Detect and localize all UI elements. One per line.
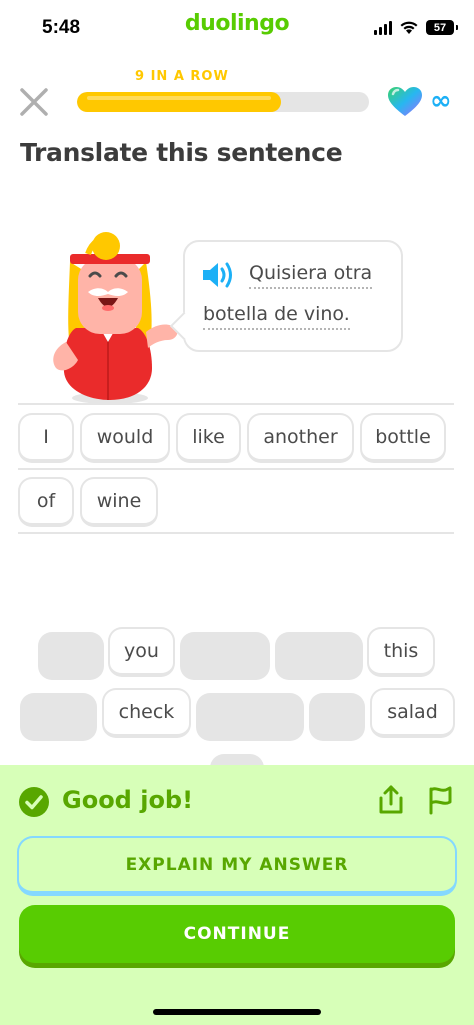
home-indicator bbox=[153, 1009, 321, 1015]
streak-label: 9 IN A ROW bbox=[135, 69, 229, 84]
answer-word-chip[interactable]: another bbox=[247, 413, 354, 463]
answer-word-chip[interactable]: of bbox=[18, 477, 74, 527]
prompt-line-2[interactable]: botella de vino. bbox=[203, 303, 350, 330]
share-icon[interactable] bbox=[376, 784, 406, 816]
answer-word-chip[interactable]: bottle bbox=[360, 413, 446, 463]
word-bank-chip[interactable]: check bbox=[102, 688, 191, 738]
check-circle-icon bbox=[19, 787, 49, 817]
answer-word-chip[interactable]: I bbox=[18, 413, 74, 463]
wifi-icon bbox=[400, 21, 418, 34]
word-bank-chip[interactable]: this bbox=[367, 627, 435, 677]
prompt-line-1[interactable]: Quisiera otra bbox=[249, 262, 373, 289]
feedback-message: Good job! bbox=[62, 786, 194, 814]
word-bank-chip[interactable]: salad bbox=[370, 688, 455, 738]
word-bank-empty-slot bbox=[180, 632, 270, 680]
battery-icon: 57 bbox=[426, 20, 458, 35]
answer-divider bbox=[18, 403, 454, 405]
duo-character-illustration bbox=[53, 232, 178, 404]
answer-divider bbox=[18, 468, 454, 470]
prompt-text-2: botella de vino. bbox=[203, 303, 350, 330]
status-icons: 57 bbox=[374, 20, 458, 35]
word-bank-empty-slot bbox=[20, 693, 97, 741]
continue-button[interactable]: CONTINUE bbox=[19, 905, 455, 963]
explain-my-answer-button[interactable]: EXPLAIN MY ANSWER bbox=[17, 836, 457, 896]
lesson-progress-fill bbox=[77, 92, 282, 112]
answer-word-chip[interactable]: wine bbox=[80, 477, 158, 527]
close-icon[interactable] bbox=[18, 86, 50, 118]
page-title: Translate this sentence bbox=[20, 138, 343, 167]
flag-icon[interactable] bbox=[424, 784, 456, 816]
answer-word-chip[interactable]: would bbox=[80, 413, 170, 463]
speaker-icon[interactable] bbox=[201, 260, 235, 290]
heart-icon[interactable] bbox=[387, 86, 423, 118]
cellular-signal-icon bbox=[374, 20, 392, 35]
hearts-count: ∞ bbox=[430, 86, 452, 116]
word-bank-empty-slot bbox=[196, 693, 304, 741]
speech-bubble: Quisiera otra botella de vino. bbox=[183, 240, 403, 352]
word-bank-empty-slot bbox=[38, 632, 104, 680]
battery-level: 57 bbox=[433, 21, 447, 34]
lesson-progress-bar bbox=[77, 92, 369, 112]
answer-word-chip[interactable]: like bbox=[176, 413, 241, 463]
prompt-text-1: Quisiera otra bbox=[249, 262, 373, 289]
answer-divider bbox=[18, 532, 454, 534]
word-bank-chip[interactable]: you bbox=[108, 627, 175, 677]
word-bank-empty-slot bbox=[275, 632, 363, 680]
word-bank-empty-slot bbox=[309, 693, 365, 741]
